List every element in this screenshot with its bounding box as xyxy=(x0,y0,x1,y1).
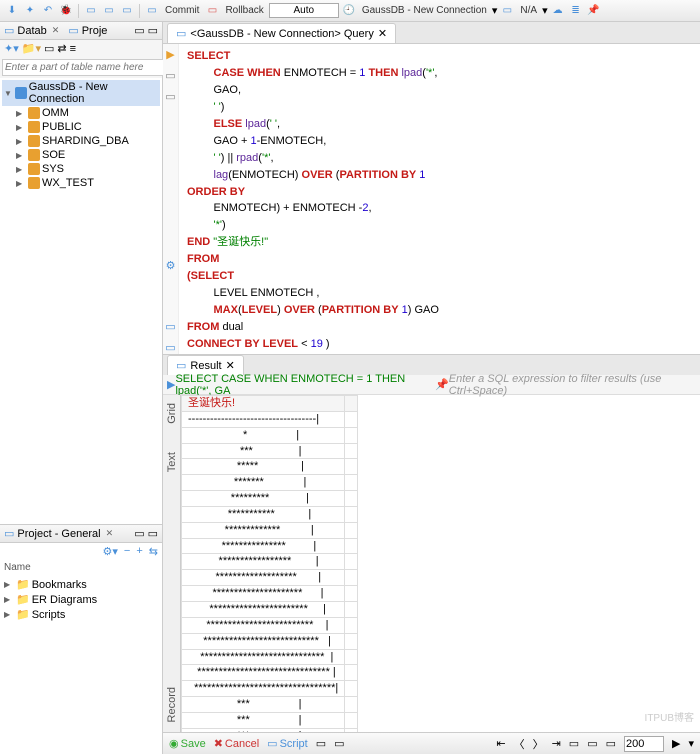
main-toolbar: ⬇ ✦ ↶ 🐞 ▭ ▭ ▭ ▭ Commit ▭ Rollback Auto 🕘… xyxy=(0,0,700,22)
watermark: ITPUB博客 xyxy=(645,709,694,724)
tree-schema[interactable]: ▶WX_TEST xyxy=(2,176,160,190)
rollback-button[interactable]: Rollback xyxy=(222,5,266,16)
tree-schema[interactable]: ▶SHARDING_DBA xyxy=(2,134,160,148)
script-button[interactable]: ▭Script xyxy=(267,737,308,750)
schema-select[interactable]: N/A xyxy=(517,5,540,16)
collapse-icon[interactable]: ⇆ xyxy=(149,545,158,558)
text-tab[interactable]: Text xyxy=(166,448,178,476)
table-row[interactable]: ********* | xyxy=(182,491,358,507)
commit-icon[interactable]: ▭ xyxy=(144,3,160,19)
minus-icon[interactable]: − xyxy=(124,545,130,558)
undo-icon[interactable]: ↶ xyxy=(40,3,56,19)
gear-icon[interactable]: ⚙▾ xyxy=(103,545,118,558)
rollback-icon[interactable]: ▭ xyxy=(204,3,220,19)
table-row[interactable]: ******************************* | xyxy=(182,665,358,681)
table-row[interactable]: *** | xyxy=(182,697,358,713)
rows-input[interactable] xyxy=(624,736,664,752)
record-tab[interactable]: Record xyxy=(166,683,178,726)
grid-tab[interactable]: Grid xyxy=(166,399,178,428)
save-button[interactable]: ◉Save xyxy=(169,737,206,750)
overlay2-icon[interactable]: ▭ xyxy=(334,737,344,750)
table-row[interactable]: *************************** | xyxy=(182,633,358,649)
plus-icon[interactable]: + xyxy=(136,545,142,558)
maximize-icon[interactable]: ▭ xyxy=(148,527,158,540)
name-header: Name xyxy=(0,560,162,575)
project-item[interactable]: ▶📁ER Diagrams xyxy=(2,592,160,607)
del-icon[interactable]: ▭ xyxy=(606,737,616,750)
menu-icon[interactable]: ▾ xyxy=(688,737,694,750)
table-row[interactable]: *********** | xyxy=(182,506,358,522)
close-icon[interactable]: ✕ xyxy=(226,359,235,372)
database-tree: ▼GaussDB - New Connection ▶OMM▶PUBLIC▶SH… xyxy=(0,78,162,524)
result-sql: SELECT CASE WHEN ENMOTECH = 1 THEN lpad(… xyxy=(175,373,435,397)
history-icon[interactable]: 🕘 xyxy=(341,3,357,19)
table-row[interactable]: *********************** | xyxy=(182,601,358,617)
project-item[interactable]: ▶📁Bookmarks xyxy=(2,577,160,592)
table-row[interactable]: ******* | xyxy=(182,475,358,491)
list-icon[interactable]: ≣ xyxy=(568,3,584,19)
add-icon[interactable]: ▭ xyxy=(587,737,597,750)
maximize-icon[interactable]: ▭ xyxy=(148,24,158,37)
prev-icon[interactable]: 〈 xyxy=(514,736,525,752)
tree-schema[interactable]: ▶SYS xyxy=(2,162,160,176)
table-row[interactable]: ***** | xyxy=(182,459,358,475)
first-icon[interactable]: ⇤ xyxy=(496,737,505,750)
table-row[interactable]: ******************* | xyxy=(182,570,358,586)
overlay-icon[interactable]: ▭ xyxy=(316,737,326,750)
datab-tab[interactable]: Datab xyxy=(17,25,46,37)
next-icon[interactable]: 〉 xyxy=(533,736,544,752)
db-panel-header: ▭Datab✕ ▭Proje ▭▭ xyxy=(0,22,162,40)
close-icon[interactable]: ✕ xyxy=(378,27,387,40)
bug-icon[interactable]: 🐞 xyxy=(58,3,74,19)
tree-root[interactable]: ▼GaussDB - New Connection xyxy=(2,80,160,106)
project-panel-header: ▭Project - General✕▭▭ xyxy=(0,525,162,543)
table-row[interactable]: -----------------------------------| xyxy=(182,411,358,427)
table-row[interactable]: ********************* | xyxy=(182,586,358,602)
minimize-icon[interactable]: ▭ xyxy=(134,527,144,540)
commit-button[interactable]: Commit xyxy=(162,5,202,16)
editor-tab[interactable]: ▭<GaussDB - New Connection> Query✕ xyxy=(167,23,396,43)
nav-icon[interactable]: ✦ xyxy=(22,3,38,19)
fetch-icon[interactable]: ▶ xyxy=(672,737,680,750)
table-row[interactable]: *********************************| xyxy=(182,681,358,697)
sql-editor[interactable]: SELECT CASE WHEN ENMOTECH = 1 THEN lpad(… xyxy=(179,44,700,354)
filter-input[interactable]: Enter a SQL expression to filter results… xyxy=(449,373,696,397)
tree-schema[interactable]: ▶OMM xyxy=(2,106,160,120)
table-row[interactable]: ************************* | xyxy=(182,617,358,633)
table-row[interactable]: *** | xyxy=(182,712,358,728)
tree-filter-input[interactable] xyxy=(2,59,164,76)
cancel-button[interactable]: ✖Cancel xyxy=(214,737,259,750)
last-icon[interactable]: ⇥ xyxy=(552,737,561,750)
cloud-icon[interactable]: ☁ xyxy=(550,3,566,19)
pin-icon[interactable]: 📌 xyxy=(586,3,602,19)
tree-schema[interactable]: ▶SOE xyxy=(2,148,160,162)
new-icon[interactable]: ⬇ xyxy=(4,3,20,19)
sql1-icon[interactable]: ▭ xyxy=(83,3,99,19)
tree-schema[interactable]: ▶PUBLIC xyxy=(2,120,160,134)
table-row[interactable]: ***************** | xyxy=(182,554,358,570)
table-row[interactable]: *** | xyxy=(182,443,358,459)
table-row[interactable]: ************* | xyxy=(182,522,358,538)
db-icon[interactable]: ▭ xyxy=(499,3,515,19)
minimize-icon[interactable]: ▭ xyxy=(134,24,144,37)
connection-select[interactable]: GaussDB - New Connection xyxy=(359,5,490,16)
proje-tab[interactable]: Proje xyxy=(82,25,108,37)
project-item[interactable]: ▶📁Scripts xyxy=(2,607,160,622)
result-grid[interactable]: 圣诞快乐!-----------------------------------… xyxy=(181,395,700,732)
table-row[interactable]: *************** | xyxy=(182,538,358,554)
sql3-icon[interactable]: ▭ xyxy=(119,3,135,19)
sql2-icon[interactable]: ▭ xyxy=(101,3,117,19)
table-row[interactable]: ***************************** | xyxy=(182,649,358,665)
close-icon[interactable]: ✕ xyxy=(52,25,60,36)
tx-mode[interactable]: Auto xyxy=(269,3,339,18)
table-row[interactable]: * | xyxy=(182,427,358,443)
close-icon[interactable]: ✕ xyxy=(106,528,114,539)
refresh-icon[interactable]: ▭ xyxy=(569,737,579,750)
